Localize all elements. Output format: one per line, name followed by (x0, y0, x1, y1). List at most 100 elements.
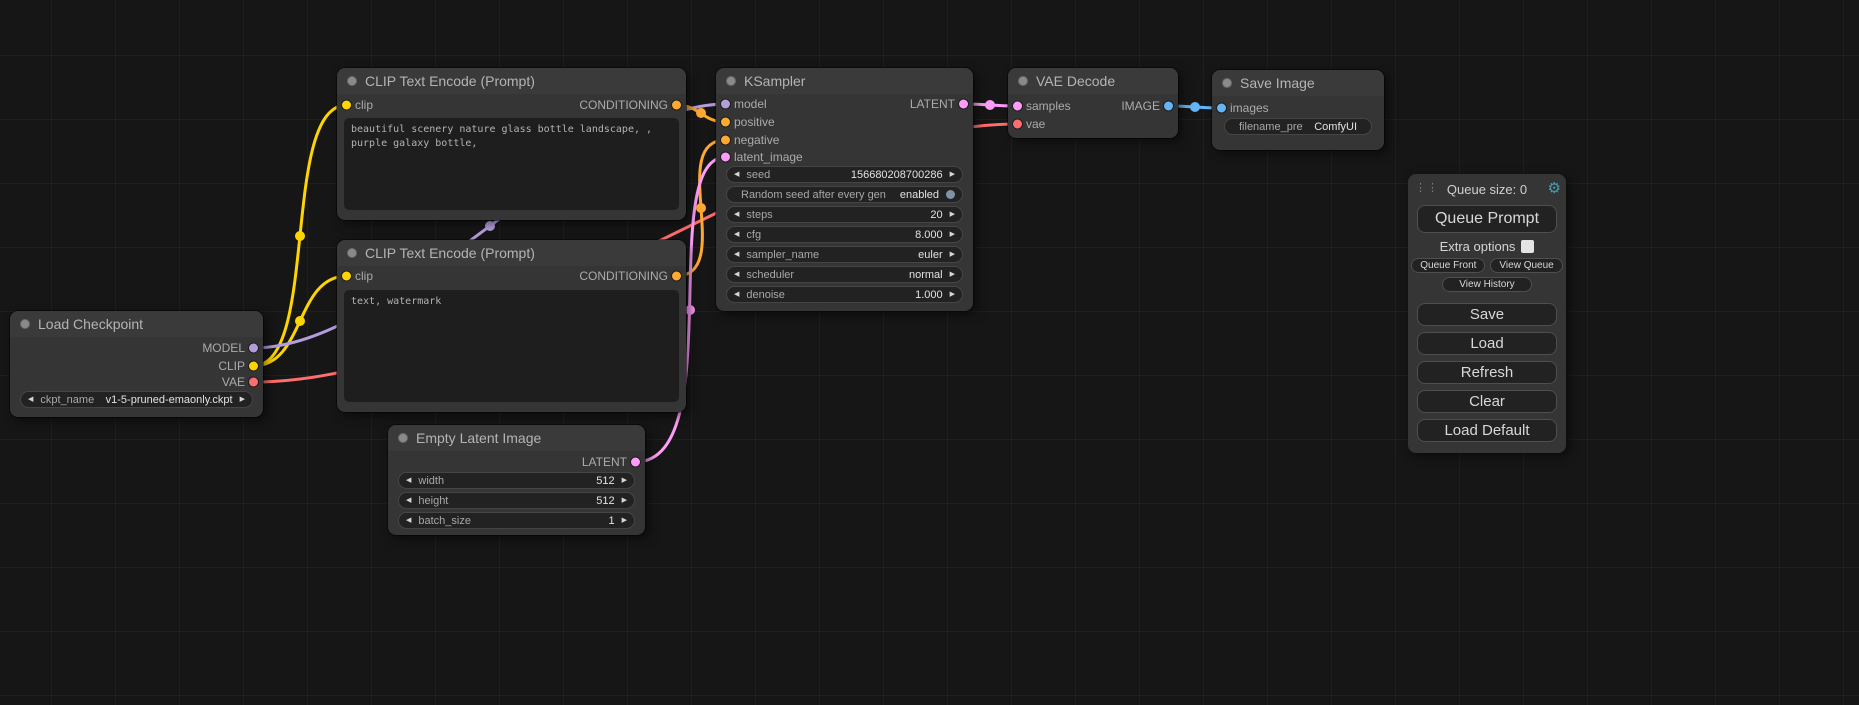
load-button[interactable]: Load (1417, 332, 1557, 355)
view-queue-button[interactable]: View Queue (1490, 258, 1562, 273)
widget-ckpt-name[interactable]: ◀ ckpt_name v1-5-pruned-emaonly.ckpt ▶ (20, 391, 253, 408)
widget-steps[interactable]: ◀ steps 20 ▶ (726, 206, 963, 223)
clear-button[interactable]: Clear (1417, 390, 1557, 413)
node-vae-decode[interactable]: VAE Decode samples IMAGE vae (1008, 68, 1178, 138)
slot-label: clip (355, 269, 373, 283)
prompt-textarea[interactable]: beautiful scenery nature glass bottle la… (344, 118, 679, 210)
increment-arrow-icon[interactable]: ▶ (950, 271, 955, 278)
increment-arrow-icon[interactable]: ▶ (622, 517, 627, 524)
input-dot-model[interactable] (721, 100, 730, 109)
widget-label: seed (746, 169, 839, 181)
node-clip-text-encode-positive[interactable]: CLIP Text Encode (Prompt) clip CONDITION… (337, 68, 686, 220)
input-dot-negative[interactable] (721, 136, 730, 145)
prompt-textarea[interactable]: text, watermark (344, 290, 679, 402)
node-title-bar[interactable]: Load Checkpoint (10, 311, 263, 337)
increment-arrow-icon[interactable]: ▶ (950, 291, 955, 298)
queue-front-button[interactable]: Queue Front (1411, 258, 1485, 273)
decrement-arrow-icon[interactable]: ◀ (406, 497, 411, 504)
node-load-checkpoint[interactable]: Load Checkpoint MODEL CLIP VAE ◀ ckpt_na… (10, 311, 263, 417)
refresh-button[interactable]: Refresh (1417, 361, 1557, 384)
output-dot-vae[interactable] (249, 378, 258, 387)
slot-label: LATENT (910, 97, 955, 111)
decrement-arrow-icon[interactable]: ◀ (734, 171, 739, 178)
increment-arrow-icon[interactable]: ▶ (950, 211, 955, 218)
input-dot-clip[interactable] (342, 101, 351, 110)
increment-arrow-icon[interactable]: ▶ (950, 251, 955, 258)
node-collapse-dot[interactable] (347, 248, 357, 258)
input-dot-positive[interactable] (721, 118, 730, 127)
decrement-arrow-icon[interactable]: ◀ (734, 231, 739, 238)
node-collapse-dot[interactable] (398, 433, 408, 443)
node-save-image[interactable]: Save Image images filename_prefix ComfyU… (1212, 70, 1384, 150)
widget-label: scheduler (746, 269, 898, 281)
node-collapse-dot[interactable] (1222, 78, 1232, 88)
decrement-arrow-icon[interactable]: ◀ (734, 251, 739, 258)
settings-gear-icon[interactable]: ⚙ (1548, 179, 1561, 197)
node-title-bar[interactable]: CLIP Text Encode (Prompt) (337, 68, 686, 94)
node-collapse-dot[interactable] (347, 76, 357, 86)
decrement-arrow-icon[interactable]: ◀ (734, 211, 739, 218)
node-collapse-dot[interactable] (1018, 76, 1028, 86)
widget-height[interactable]: ◀ height 512 ▶ (398, 492, 635, 509)
decrement-arrow-icon[interactable]: ◀ (734, 291, 739, 298)
view-history-button[interactable]: View History (1442, 277, 1531, 292)
output-dot-conditioning[interactable] (672, 272, 681, 281)
node-empty-latent-image[interactable]: Empty Latent Image LATENT ◀ width 512 ▶ … (388, 425, 645, 535)
node-collapse-dot[interactable] (726, 76, 736, 86)
input-slot-samples: samples (1008, 98, 1071, 114)
widget-cfg[interactable]: ◀ cfg 8.000 ▶ (726, 226, 963, 243)
input-dot-samples[interactable] (1013, 102, 1022, 111)
output-dot-latent[interactable] (959, 100, 968, 109)
slot-label: latent_image (734, 150, 803, 164)
menu-drag-handle-icon[interactable]: ⋮⋮ (1415, 181, 1439, 194)
toggle-dot[interactable] (946, 190, 955, 199)
node-collapse-dot[interactable] (20, 319, 30, 329)
widget-batch-size[interactable]: ◀ batch_size 1 ▶ (398, 512, 635, 529)
decrement-arrow-icon[interactable]: ◀ (406, 477, 411, 484)
input-dot-vae[interactable] (1013, 120, 1022, 129)
node-title-bar[interactable]: CLIP Text Encode (Prompt) (337, 240, 686, 266)
history-buttons-row: View History (1408, 277, 1566, 292)
widget-sampler-name[interactable]: ◀ sampler_name euler ▶ (726, 246, 963, 263)
node-clip-text-encode-negative[interactable]: CLIP Text Encode (Prompt) clip CONDITION… (337, 240, 686, 412)
node-canvas[interactable]: Load Checkpoint MODEL CLIP VAE ◀ ckpt_na… (0, 0, 1859, 705)
comfy-menu: ⋮⋮ Queue size: 0 ⚙ Queue Prompt Extra op… (1408, 174, 1566, 453)
decrement-arrow-icon[interactable]: ◀ (406, 517, 411, 524)
output-dot-conditioning[interactable] (672, 101, 681, 110)
increment-arrow-icon[interactable]: ▶ (950, 231, 955, 238)
node-title-bar[interactable]: Empty Latent Image (388, 425, 645, 451)
input-dot-latent-image[interactable] (721, 153, 730, 162)
widget-seed[interactable]: ◀ seed 156680208700286 ▶ (726, 166, 963, 183)
output-slot-clip: CLIP (218, 358, 263, 374)
slot-label: VAE (222, 375, 245, 389)
node-title-bar[interactable]: VAE Decode (1008, 68, 1178, 94)
output-dot-clip[interactable] (249, 362, 258, 371)
widget-width[interactable]: ◀ width 512 ▶ (398, 472, 635, 489)
slot-label: IMAGE (1121, 99, 1160, 113)
input-dot-images[interactable] (1217, 104, 1226, 113)
input-dot-clip[interactable] (342, 272, 351, 281)
load-default-button[interactable]: Load Default (1417, 419, 1557, 442)
output-dot-image[interactable] (1164, 102, 1173, 111)
widget-denoise[interactable]: ◀ denoise 1.000 ▶ (726, 286, 963, 303)
save-button[interactable]: Save (1417, 303, 1557, 326)
widget-label: Random seed after every gen (741, 189, 889, 201)
node-title-bar[interactable]: KSampler (716, 68, 973, 94)
widget-value: 156680208700286 (851, 169, 943, 181)
decrement-arrow-icon[interactable]: ◀ (28, 396, 33, 403)
extra-options-checkbox[interactable] (1521, 240, 1534, 253)
output-dot-model[interactable] (249, 344, 258, 353)
extra-options-row: Extra options (1408, 239, 1566, 254)
widget-random-seed-toggle[interactable]: Random seed after every gen enabled (726, 186, 963, 203)
decrement-arrow-icon[interactable]: ◀ (734, 271, 739, 278)
queue-prompt-button[interactable]: Queue Prompt (1417, 205, 1557, 233)
increment-arrow-icon[interactable]: ▶ (950, 171, 955, 178)
widget-filename-prefix[interactable]: filename_prefix ComfyUI (1224, 118, 1372, 135)
increment-arrow-icon[interactable]: ▶ (622, 497, 627, 504)
node-title-bar[interactable]: Save Image (1212, 70, 1384, 96)
output-dot-latent[interactable] (631, 458, 640, 467)
node-ksampler[interactable]: KSampler model LATENT positive negative … (716, 68, 973, 311)
increment-arrow-icon[interactable]: ▶ (240, 396, 245, 403)
widget-scheduler[interactable]: ◀ scheduler normal ▶ (726, 266, 963, 283)
increment-arrow-icon[interactable]: ▶ (622, 477, 627, 484)
